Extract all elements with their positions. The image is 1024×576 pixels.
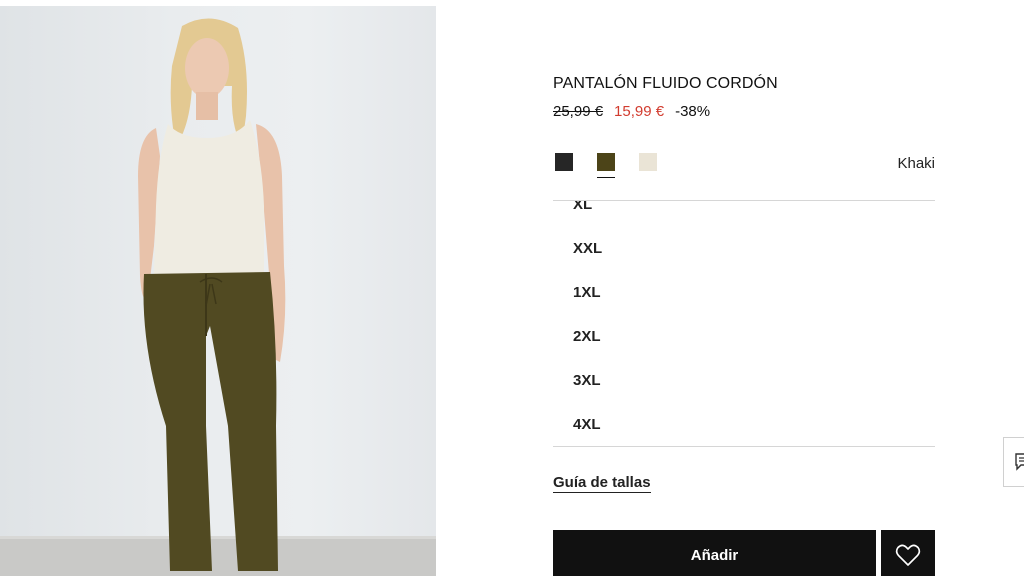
model-photo xyxy=(0,18,436,576)
sale-price: 15,99 € xyxy=(614,103,665,120)
swatch-khaki[interactable] xyxy=(597,153,615,178)
wishlist-button[interactable] xyxy=(881,530,935,576)
color-swatches xyxy=(555,153,657,178)
swatch-black[interactable] xyxy=(555,153,573,171)
size-option[interactable]: 2XL xyxy=(553,315,935,359)
size-selector[interactable]: XL XXL 1XL 2XL 3XL 4XL xyxy=(553,200,935,447)
product-image xyxy=(0,6,436,576)
size-option[interactable]: 3XL xyxy=(553,359,935,403)
side-help-tab[interactable] xyxy=(1003,437,1024,487)
chat-icon xyxy=(1015,453,1024,471)
size-option[interactable]: XL xyxy=(553,201,935,227)
heart-icon xyxy=(895,544,921,566)
selected-color-name: Khaki xyxy=(897,155,935,172)
product-title: PANTALÓN FLUIDO CORDÓN xyxy=(553,75,778,92)
size-option[interactable]: 4XL xyxy=(553,403,935,446)
size-guide-link[interactable]: Guía de tallas xyxy=(553,474,651,493)
size-option[interactable]: 1XL xyxy=(553,271,935,315)
original-price: 25,99 € xyxy=(553,103,604,120)
size-option[interactable]: XXL xyxy=(553,227,935,271)
add-to-cart-button[interactable]: Añadir xyxy=(553,530,876,576)
product-page: PANTALÓN FLUIDO CORDÓN 25,99 € 15,99 € -… xyxy=(0,0,1024,576)
swatch-cream[interactable] xyxy=(639,153,657,171)
price-row: 25,99 € 15,99 € -38% xyxy=(553,103,710,120)
discount-badge: -38% xyxy=(675,103,711,120)
